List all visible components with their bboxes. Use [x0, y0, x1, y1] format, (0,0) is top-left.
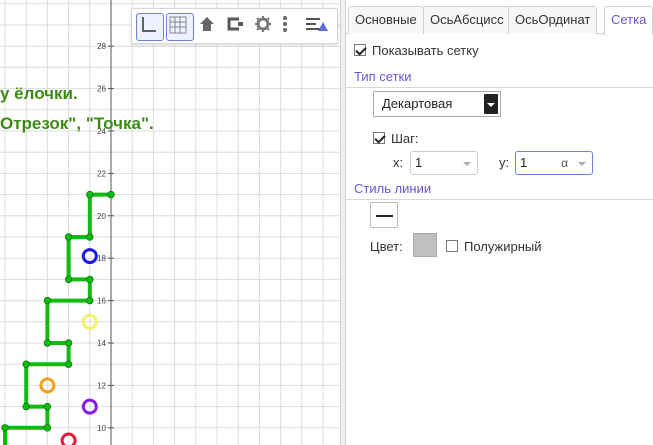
more-menu-button[interactable]: [280, 13, 298, 41]
grid-icon: [169, 16, 187, 34]
line-style-title: Стиль линии: [346, 181, 653, 200]
home-button[interactable]: [196, 13, 224, 41]
bold-label: Полужирный: [464, 239, 542, 254]
graphics-view[interactable]: 28 26 24 22 20 18 16 14 12 10 у ёлочки. Отрезок",…: [0, 0, 340, 445]
graphics-canvas[interactable]: 28262422201816141210: [0, 0, 340, 445]
tab-grid[interactable]: Сетка: [604, 6, 653, 35]
show-grid-row[interactable]: Показывать сетку: [354, 43, 479, 58]
tree-point: [64, 233, 73, 241]
y-tick-label: 14: [97, 339, 106, 348]
tree-point: [1, 424, 9, 432]
tree-point: [22, 402, 30, 411]
task-text-line2: Отрезок", "Точка".: [0, 114, 154, 133]
zoom-style-button[interactable]: [224, 13, 252, 41]
chevron-down-icon: [463, 162, 471, 166]
grid-toggle-button[interactable]: [166, 13, 194, 41]
y-tick-label: 18: [97, 254, 106, 263]
settings-tabs: Основные ОсьАбсцисс ОсьОрдинат Сетка: [346, 6, 653, 35]
tab-basic[interactable]: Основные: [348, 6, 424, 34]
tab-x-axis[interactable]: ОсьАбсцисс: [423, 6, 511, 34]
grid-type-title: Тип сетки: [346, 69, 653, 88]
line-style-button[interactable]: [370, 202, 398, 228]
y-tick-label: 10: [97, 424, 106, 433]
step-row[interactable]: Шаг:: [373, 131, 419, 146]
tree-point: [107, 190, 115, 199]
task-text-line1: у ёлочки.: [0, 84, 78, 103]
x-step-field[interactable]: 1: [410, 151, 478, 175]
graphics-style-toolbar: [131, 8, 338, 44]
app-root: 28 26 24 22 20 18 16 14 12 10 у ёлочки. Отрезок",…: [0, 0, 653, 445]
chevron-down-icon: [484, 94, 498, 114]
color-label: Цвет:: [370, 239, 403, 254]
home-icon: [200, 17, 214, 31]
tree-point: [86, 296, 94, 305]
bold-row[interactable]: Полужирный: [446, 239, 542, 254]
tree-point: [64, 339, 73, 347]
grid-type-value: Декартовая: [382, 96, 453, 111]
y-tick-label: 26: [97, 85, 106, 94]
y-tick-label: 28: [97, 42, 106, 51]
grid-color-swatch[interactable]: [413, 233, 437, 257]
tree-point: [43, 424, 52, 432]
style-bar-button[interactable]: [304, 13, 332, 41]
axes-icon: [142, 17, 156, 32]
gear-icon: [255, 16, 271, 32]
step-checkbox[interactable]: [373, 132, 385, 144]
zoom-style-icon: [227, 17, 243, 31]
tree-point: [86, 275, 94, 284]
tree-point: [86, 233, 94, 241]
chevron-down-icon: [578, 162, 586, 166]
grid-type-select[interactable]: Декартовая: [373, 91, 501, 117]
tree-point: [43, 402, 52, 411]
y-step-label: y:: [499, 155, 510, 170]
line-style-preview: [376, 215, 393, 217]
tree-point: [22, 360, 30, 368]
y-step-field[interactable]: 1 α: [515, 151, 593, 175]
bold-checkbox[interactable]: [446, 240, 458, 252]
x-step-label: x:: [393, 155, 404, 170]
alpha-symbol-button[interactable]: α: [561, 152, 568, 174]
show-grid-label: Показывать сетку: [372, 43, 479, 58]
settings-panel: Основные ОсьАбсцисс ОсьОрдинат Сетка Пок…: [346, 0, 653, 445]
tree-point: [64, 360, 73, 368]
y-tick-label: 20: [97, 212, 106, 221]
style-bar-icon: [306, 18, 328, 31]
x-step-value: 1: [415, 155, 423, 170]
step-label: Шаг:: [391, 131, 419, 146]
y-tick-label: 16: [97, 297, 106, 306]
y-tick-label: 22: [97, 169, 106, 178]
axes-toggle-button[interactable]: [136, 13, 164, 41]
tree-point: [43, 296, 52, 305]
show-grid-checkbox[interactable]: [354, 44, 366, 56]
y-tick-label: 12: [97, 381, 106, 390]
settings-button[interactable]: [252, 13, 280, 41]
tab-y-axis[interactable]: ОсьОрдинат: [508, 6, 598, 34]
tree-point: [86, 190, 94, 199]
tree-point: [64, 275, 73, 284]
tree-point: [43, 339, 52, 347]
more-icon: [283, 16, 287, 32]
y-step-value: 1: [520, 155, 528, 170]
